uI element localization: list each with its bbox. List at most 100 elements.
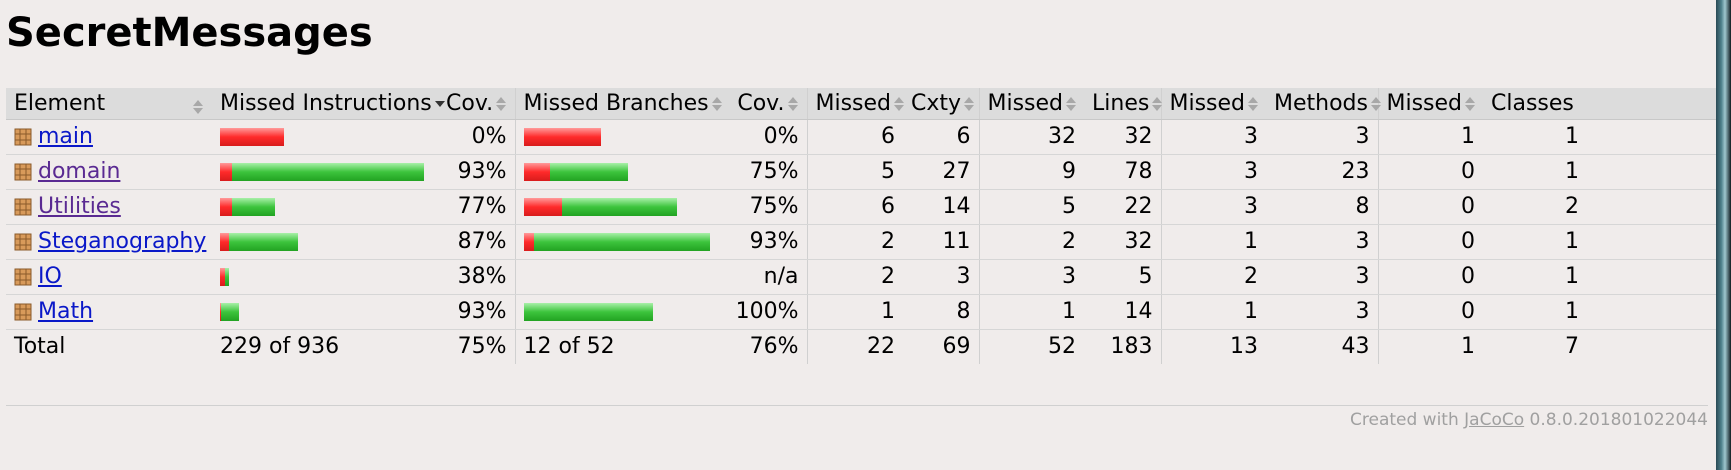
missed-branches-graph	[523, 232, 710, 251]
package-link[interactable]: Utilities	[38, 194, 121, 219]
element-cell: IO	[6, 259, 212, 295]
instruction-coverage: 0%	[438, 119, 515, 155]
header-missed-instructions[interactable]: Missed Instructions	[212, 88, 445, 120]
sort-arrows-icon	[711, 96, 723, 112]
branch-coverage: 93%	[718, 224, 807, 260]
covered-bar	[229, 232, 298, 251]
package-link[interactable]: Steganography	[38, 229, 206, 254]
missed-instructions	[212, 224, 438, 260]
missed-instructions	[212, 294, 438, 330]
sort-descending-icon	[434, 96, 446, 112]
total-classes: 7	[1565, 334, 1579, 360]
sort-arrows-icon	[1065, 96, 1077, 112]
missed-bar	[523, 197, 562, 216]
total-instruction-coverage: 75%	[457, 334, 507, 360]
package-link[interactable]: Math	[38, 299, 93, 324]
package-link[interactable]: main	[38, 124, 93, 149]
package-icon	[14, 303, 32, 321]
table-row: Utilities 77% 75% 6 14 5 22 3 8 0 2	[6, 189, 1731, 225]
header-missed-complexity[interactable]: Missed	[806, 88, 905, 120]
missed-instructions-graph	[220, 302, 430, 321]
header-missed-lines[interactable]: Missed	[978, 88, 1084, 120]
jacoco-link[interactable]: JaCoCo	[1464, 410, 1524, 430]
sort-arrows-icon	[1247, 96, 1259, 112]
missed-bar	[523, 127, 601, 146]
missed-branches-graph	[523, 127, 711, 146]
missed-methods: 3	[1160, 119, 1266, 155]
header-branch-coverage[interactable]: Cov.	[718, 88, 807, 120]
covered-bar	[523, 302, 653, 321]
total-missed-branches: 12 of 52	[514, 329, 718, 364]
package-link[interactable]: domain	[38, 159, 120, 184]
coverage-table: Element Missed Instructions Cov. Missed …	[6, 88, 1731, 364]
header-missed-methods-label: Missed	[1169, 90, 1246, 116]
branch-coverage: n/a	[718, 259, 807, 295]
header-missed-classes-label: Missed	[1386, 90, 1463, 116]
methods: 8	[1266, 189, 1378, 225]
lines: 5	[1084, 259, 1161, 295]
sort-arrows-icon	[1151, 96, 1163, 112]
missed-lines: 2	[978, 224, 1084, 260]
branch-coverage: 75%	[718, 189, 807, 225]
element-cell: main	[6, 119, 212, 155]
missed-methods: 1	[1160, 224, 1266, 260]
missed-classes: 0	[1377, 154, 1483, 190]
lines: 14	[1084, 294, 1161, 330]
methods: 3	[1266, 119, 1378, 155]
page-title: SecretMessages	[6, 10, 373, 56]
footer-prefix: Created with	[1350, 410, 1465, 430]
footer-divider	[6, 405, 1708, 406]
complexity: 27	[903, 154, 979, 190]
missed-lines: 9	[978, 154, 1084, 190]
total-missed-lines: 52	[978, 329, 1084, 364]
header-complexity-label: Cxty	[911, 90, 962, 116]
missed-complexity: 1	[806, 294, 903, 330]
header-missed-branches[interactable]: Missed Branches	[514, 88, 722, 120]
header-missed-classes[interactable]: Missed	[1377, 88, 1483, 120]
header-element[interactable]: Element	[6, 88, 212, 120]
missed-complexity: 6	[806, 119, 903, 155]
sort-arrows-icon	[495, 96, 507, 112]
missed-classes: 0	[1377, 189, 1483, 225]
header-instruction-coverage[interactable]: Cov.	[438, 88, 515, 120]
table-row: IO 38% n/a 2 3 3 5 2 3 0 1	[6, 259, 1731, 295]
missed-bar	[220, 232, 229, 251]
missed-branches	[514, 224, 718, 260]
header-instruction-coverage-label: Cov.	[446, 90, 494, 116]
methods: 3	[1266, 224, 1378, 260]
covered-bar	[221, 302, 239, 321]
covered-bar	[225, 267, 229, 286]
header-lines[interactable]: Lines	[1084, 88, 1163, 120]
total-branch-coverage: 76%	[749, 334, 799, 360]
total-lines: 183	[1110, 334, 1153, 360]
missed-methods: 2	[1160, 259, 1266, 295]
missed-branches-graph	[523, 162, 711, 181]
header-missed-instructions-label: Missed Instructions	[220, 90, 432, 116]
header-missed-methods[interactable]: Missed	[1160, 88, 1266, 120]
covered-bar	[232, 197, 275, 216]
methods: 23	[1266, 154, 1378, 190]
sort-arrows-icon	[787, 96, 799, 112]
package-icon	[14, 233, 32, 251]
header-complexity[interactable]: Cxty	[903, 88, 979, 120]
missed-bar	[220, 162, 232, 181]
header-classes[interactable]: Classes	[1483, 88, 1731, 120]
missed-complexity: 2	[806, 224, 903, 260]
complexity: 11	[903, 224, 979, 260]
missed-branches	[514, 294, 718, 330]
methods: 3	[1266, 294, 1378, 330]
header-methods[interactable]: Methods	[1266, 88, 1381, 120]
total-missed-classes: 1	[1377, 329, 1483, 364]
instruction-coverage: 93%	[438, 154, 515, 190]
classes: 1	[1483, 119, 1731, 155]
element-cell: Math	[6, 294, 212, 330]
element-cell: domain	[6, 154, 212, 190]
missed-classes: 0	[1377, 224, 1483, 260]
lines: 78	[1084, 154, 1161, 190]
missed-classes: 0	[1377, 294, 1483, 330]
package-link[interactable]: IO	[38, 264, 62, 289]
missed-bar	[220, 127, 284, 146]
header-element-label: Element	[14, 90, 106, 116]
total-missed-methods: 13	[1160, 329, 1266, 364]
missed-lines: 1	[978, 294, 1084, 330]
